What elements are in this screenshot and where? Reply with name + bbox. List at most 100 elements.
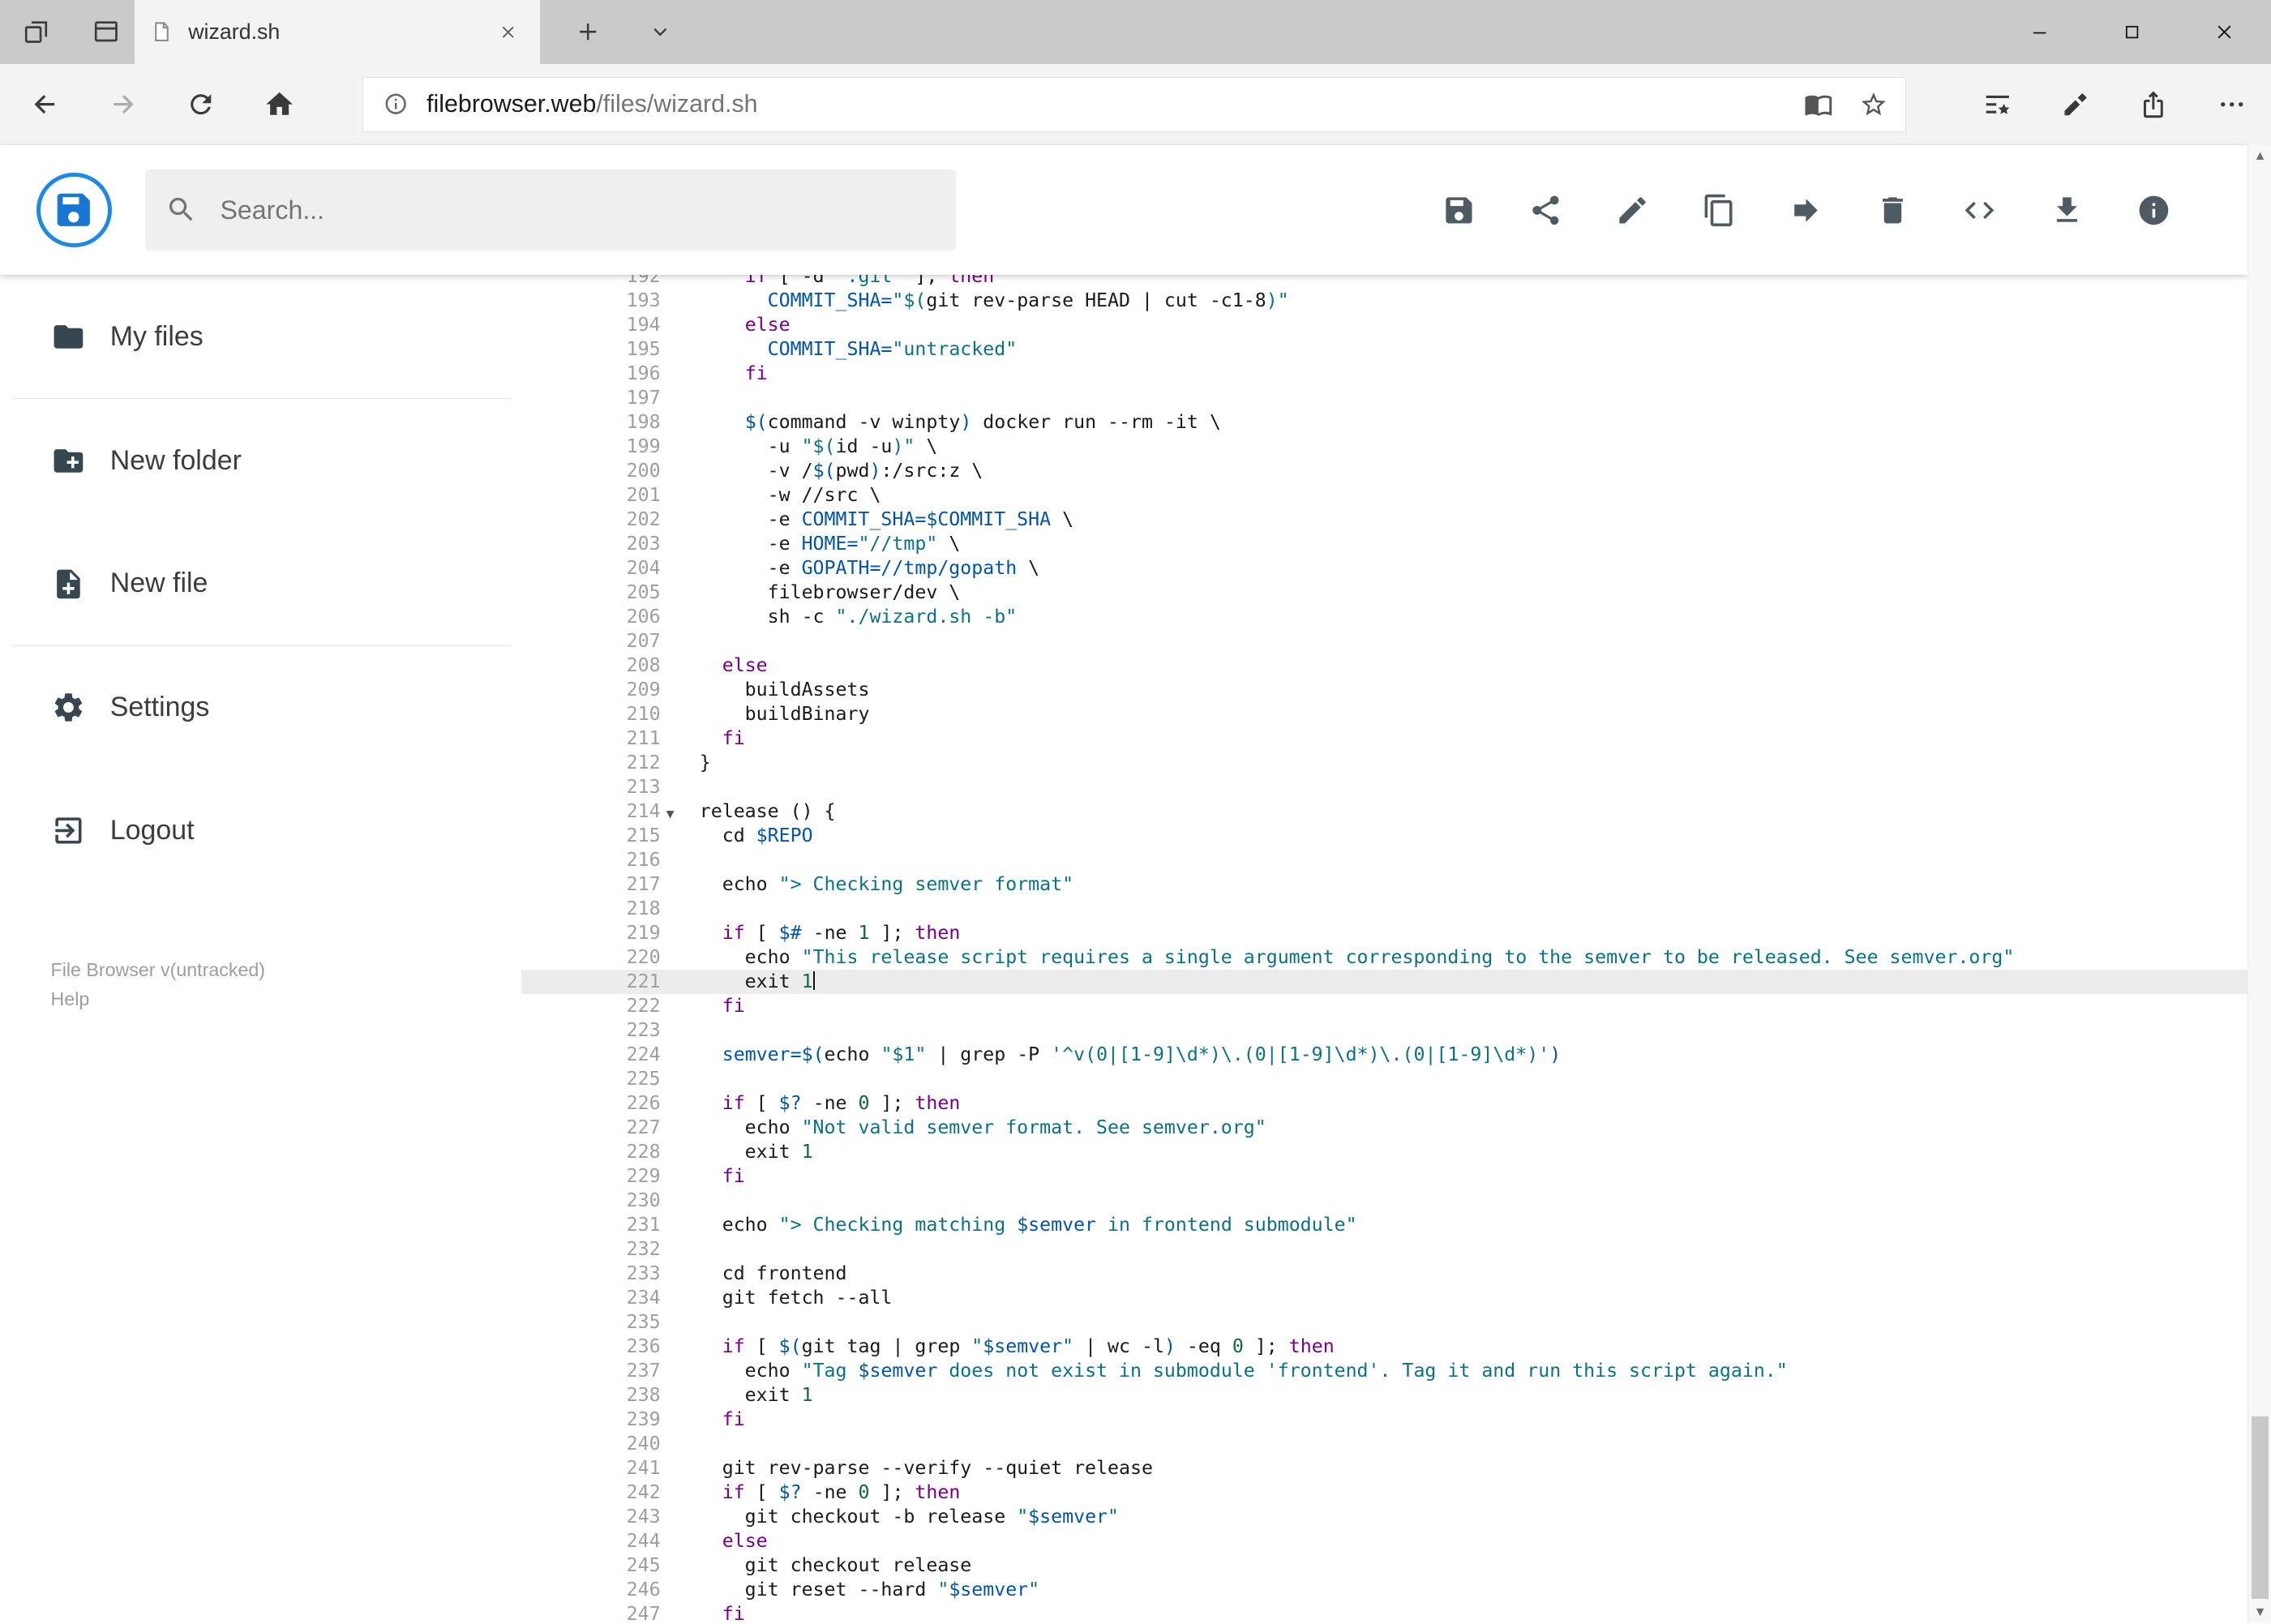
code-line-242[interactable]: 242 if [ $? -ne 0 ]; then (521, 1480, 2247, 1505)
refresh-icon[interactable] (168, 75, 234, 133)
tab-dropdown-icon[interactable] (636, 7, 685, 57)
scroll-down-icon[interactable]: ▼ (2248, 1600, 2271, 1624)
move-icon[interactable] (1777, 181, 1835, 238)
code-line-195[interactable]: 195 COMMIT_SHA="untracked" (521, 337, 2247, 362)
code-line-224[interactable]: 224 semver=$(echo "$1" | grep -P '^v(0|[… (521, 1043, 2247, 1067)
code-line-233[interactable]: 233 cd frontend (521, 1262, 2247, 1286)
code-line-211[interactable]: 211 fi (521, 726, 2247, 751)
save-icon[interactable] (1429, 181, 1487, 238)
copy-icon[interactable] (1690, 181, 1748, 238)
code-line-205[interactable]: 205 filebrowser/dev \ (521, 581, 2247, 605)
hub-favorites-icon[interactable] (1973, 79, 2022, 129)
sidebar-item-my-files[interactable]: My files (0, 275, 521, 398)
code-line-225[interactable]: 225 (521, 1067, 2247, 1091)
line-number: 221 (626, 970, 661, 992)
more-options-icon[interactable] (2207, 79, 2256, 129)
code-line-244[interactable]: 244 else (521, 1529, 2247, 1553)
back-icon[interactable] (11, 75, 78, 133)
code-line-223[interactable]: 223 (521, 1018, 2247, 1043)
url-field[interactable]: filebrowser.web/files/wizard.sh (362, 76, 1906, 132)
search-box[interactable] (144, 169, 956, 251)
reading-view-icon[interactable] (1804, 90, 1833, 119)
code-line-216[interactable]: 216 (521, 848, 2247, 872)
code-line-204[interactable]: 204 -e GOPATH=//tmp/gopath \ (521, 556, 2247, 581)
code-line-232[interactable]: 232 (521, 1237, 2247, 1262)
code-line-228[interactable]: 228 exit 1 (521, 1140, 2247, 1164)
code-line-231[interactable]: 231 echo "> Checking matching $semver in… (521, 1213, 2247, 1237)
forward-icon[interactable] (90, 75, 156, 133)
code-line-198[interactable]: 198 $(command -v winpty) docker run --rm… (521, 410, 2247, 435)
vertical-scrollbar[interactable]: ▲ ▼ (2247, 144, 2271, 1624)
code-line-213[interactable]: 213 (521, 775, 2247, 799)
filebrowser-logo[interactable] (36, 172, 112, 248)
new-tab-icon[interactable] (563, 7, 613, 57)
code-line-219[interactable]: 219 if [ $# -ne 1 ]; then (521, 921, 2247, 945)
set-tabs-aside-icon[interactable] (11, 7, 61, 57)
home-icon[interactable] (246, 75, 313, 133)
code-line-197[interactable]: 197 (521, 386, 2247, 410)
code-line-200[interactable]: 200 -v /$(pwd):/src:z \ (521, 459, 2247, 483)
code-line-199[interactable]: 199 -u "$(id -u)" \ (521, 435, 2247, 459)
code-line-236[interactable]: 236 if [ $(git tag | grep "$semver" | wc… (521, 1335, 2247, 1359)
rename-icon[interactable] (1604, 181, 1661, 238)
code-line-245[interactable]: 245 git checkout release (521, 1553, 2247, 1578)
code-line-192[interactable]: 192 if [ -d ".git" ]; then (521, 275, 2247, 288)
minimize-icon[interactable] (1993, 0, 2085, 64)
web-note-pen-icon[interactable] (2050, 79, 2100, 129)
delete-icon[interactable] (1864, 181, 1922, 238)
code-line-212[interactable]: 212} (521, 751, 2247, 775)
code-line-206[interactable]: 206 sh -c "./wizard.sh -b" (521, 605, 2247, 629)
share-icon[interactable] (1516, 181, 1574, 238)
code-line-234[interactable]: 234 git fetch --all (521, 1286, 2247, 1310)
code-line-222[interactable]: 222 fi (521, 994, 2247, 1018)
code-line-246[interactable]: 246 git reset --hard "$semver" (521, 1578, 2247, 1602)
code-line-230[interactable]: 230 (521, 1189, 2247, 1213)
tab-close-icon[interactable] (491, 15, 526, 49)
code-line-214[interactable]: 214 ▼ release () { (521, 799, 2247, 824)
code-line-202[interactable]: 202 -e COMMIT_SHA=$COMMIT_SHA \ (521, 508, 2247, 532)
site-info-icon[interactable] (375, 92, 418, 116)
tab-preview-icon[interactable] (81, 7, 131, 57)
help-link[interactable]: Help (51, 985, 266, 1014)
share-page-icon[interactable] (2129, 79, 2179, 129)
maximize-icon[interactable] (2085, 0, 2178, 64)
code-line-237[interactable]: 237 echo "Tag $semver does not exist in … (521, 1359, 2247, 1383)
scroll-up-icon[interactable]: ▲ (2248, 145, 2271, 169)
code-line-203[interactable]: 203 -e HOME="//tmp" \ (521, 532, 2247, 556)
code-line-235[interactable]: 235 (521, 1310, 2247, 1335)
close-icon[interactable] (2179, 0, 2271, 64)
code-line-247[interactable]: 247 fi (521, 1602, 2247, 1624)
browser-tab[interactable]: wizard.sh (135, 0, 541, 64)
code-line-227[interactable]: 227 echo "Not valid semver format. See s… (521, 1116, 2247, 1140)
sidebar-item-logout[interactable]: Logout (0, 769, 521, 893)
code-line-241[interactable]: 241 git rev-parse --verify --quiet relea… (521, 1456, 2247, 1480)
sidebar-item-new-file[interactable]: New file (0, 522, 521, 645)
download-icon[interactable] (2037, 181, 2095, 238)
code-line-229[interactable]: 229 fi (521, 1164, 2247, 1189)
code-line-215[interactable]: 215 cd $REPO (521, 824, 2247, 848)
code-line-194[interactable]: 194 else (521, 313, 2247, 337)
code-line-226[interactable]: 226 if [ $? -ne 0 ]; then (521, 1091, 2247, 1116)
raw-code-icon[interactable] (1951, 181, 2008, 238)
code-line-210[interactable]: 210 buildBinary (521, 702, 2247, 726)
code-line-209[interactable]: 209 buildAssets (521, 678, 2247, 702)
search-input[interactable] (216, 193, 936, 227)
info-icon[interactable] (2125, 181, 2183, 238)
code-line-207[interactable]: 207 (521, 629, 2247, 653)
code-line-218[interactable]: 218 (521, 897, 2247, 921)
code-line-217[interactable]: 217 echo "> Checking semver format" (521, 872, 2247, 897)
code-line-193[interactable]: 193 COMMIT_SHA="$(git rev-parse HEAD | c… (521, 289, 2247, 313)
code-line-238[interactable]: 238 exit 1 (521, 1383, 2247, 1408)
code-line-243[interactable]: 243 git checkout -b release "$semver" (521, 1505, 2247, 1529)
scrollbar-thumb[interactable] (2251, 1416, 2269, 1600)
code-line-208[interactable]: 208 else (521, 653, 2247, 678)
code-line-239[interactable]: 239 fi (521, 1408, 2247, 1432)
sidebar-item-new-folder[interactable]: New folder (0, 399, 521, 522)
favorite-star-icon[interactable] (1859, 90, 1888, 119)
code-line-196[interactable]: 196 fi (521, 362, 2247, 386)
code-line-201[interactable]: 201 -w //src \ (521, 483, 2247, 508)
code-line-220[interactable]: 220 echo "This release script requires a… (521, 945, 2247, 970)
sidebar-item-settings[interactable]: Settings (0, 646, 521, 769)
code-line-221[interactable]: 221 exit 1 (521, 969, 2248, 994)
code-line-240[interactable]: 240 (521, 1432, 2247, 1456)
